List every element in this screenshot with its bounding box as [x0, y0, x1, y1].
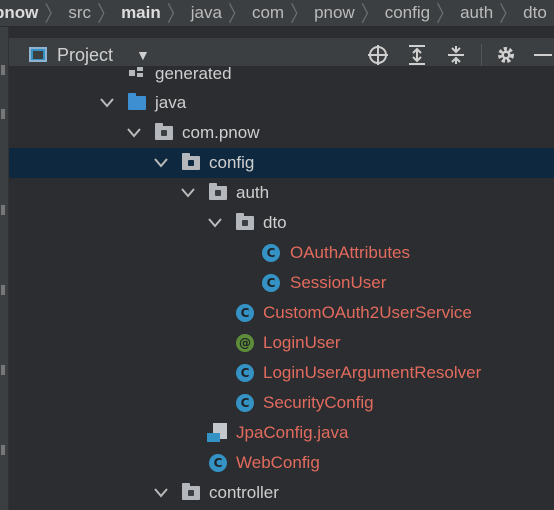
generated-sources-icon [127, 66, 147, 84]
breadcrumb-separator-icon: 〉 [436, 2, 455, 27]
package-icon [181, 483, 201, 503]
class-icon: C [261, 243, 281, 263]
breadcrumb-item-src[interactable]: src [68, 0, 97, 26]
chevron-down-icon[interactable]: ▼ [136, 47, 150, 63]
chevron-down-icon[interactable] [126, 125, 142, 141]
collapse-all-icon[interactable] [444, 43, 468, 67]
tree-row-label: JpaConfig.java [236, 423, 349, 442]
breadcrumb-item-java[interactable]: java [191, 0, 228, 26]
gear-icon[interactable] [494, 43, 518, 67]
breadcrumb-item-dto[interactable]: dto [523, 0, 553, 26]
tree-row-oauthattributes[interactable]: C OAuthAttributes [9, 238, 554, 268]
strip-marker [1, 445, 5, 455]
expand-all-icon[interactable] [405, 43, 429, 67]
tree-row-label: config [209, 153, 255, 172]
breadcrumb-separator-icon: 〉 [97, 2, 116, 27]
tree-row-loginuser[interactable]: @ LoginUser [9, 328, 554, 358]
panel-title[interactable]: Project [57, 45, 113, 66]
strip-marker [1, 365, 5, 375]
package-icon [208, 183, 228, 203]
tree-row-auth[interactable]: auth [9, 178, 554, 208]
tree-row-label: com.pnow [182, 123, 260, 142]
source-folder-icon [127, 93, 147, 113]
breadcrumb-separator-icon: 〉 [166, 2, 185, 27]
strip-marker [1, 205, 5, 215]
tree-row-jpaconfig-java[interactable]: JpaConfig.java [9, 418, 554, 448]
project-window-icon [29, 47, 47, 62]
class-icon: C [235, 363, 255, 383]
tree-row-controller[interactable]: controller [9, 478, 554, 508]
class-icon: C [235, 393, 255, 413]
tree-row-label: WebConfig [236, 453, 320, 472]
breadcrumb-item-pnow-package[interactable]: pnow [314, 0, 361, 26]
tree-row-label: LoginUserArgumentResolver [263, 363, 482, 382]
class-icon: C [261, 273, 281, 293]
package-icon [154, 123, 174, 143]
tree-row-loginuserargumentresolver[interactable]: C LoginUserArgumentResolver [9, 358, 554, 388]
chevron-down-icon[interactable] [207, 215, 223, 231]
chevron-down-icon[interactable] [153, 485, 169, 501]
class-icon: C [235, 303, 255, 323]
tree-row-label: dto [263, 213, 287, 232]
chevron-down-icon[interactable] [180, 185, 196, 201]
tree-row-label: generated [155, 66, 232, 83]
tree-row-label: CustomOAuth2UserService [263, 303, 472, 322]
tree-row-label: OAuthAttributes [290, 243, 411, 262]
annotation-icon: @ [235, 333, 255, 353]
breadcrumb-separator-icon: 〉 [290, 2, 309, 27]
breadcrumb-item-com[interactable]: com [252, 0, 290, 26]
tree-row-label: controller [209, 483, 279, 502]
tree-row-label: java [155, 93, 187, 112]
strip-marker [1, 109, 5, 119]
tree-row-config[interactable]: config [9, 148, 554, 178]
breadcrumb-separator-icon: 〉 [499, 2, 518, 27]
crosshair-icon[interactable] [366, 43, 390, 67]
tree-row-java[interactable]: java [9, 88, 554, 118]
chevron-down-icon[interactable] [153, 155, 169, 171]
minimize-icon[interactable] [531, 43, 554, 67]
breadcrumb-separator-icon: 〉 [227, 2, 246, 27]
navigation-breadcrumb: pnow 〉 src 〉 main 〉 java 〉 com 〉 pnow 〉 … [0, 0, 554, 27]
strip-marker [1, 65, 5, 75]
tree-row-label: auth [236, 183, 270, 202]
tree-row-label: SecurityConfig [263, 393, 374, 412]
package-icon [235, 213, 255, 233]
tree-row-dto[interactable]: dto [9, 208, 554, 238]
java-file-icon [207, 423, 227, 443]
tree-row-com-pnow[interactable]: com.pnow [9, 118, 554, 148]
tree-row-generated[interactable]: generated [9, 66, 554, 89]
breadcrumb-separator-icon: 〉 [44, 2, 63, 27]
tree-row-webconfig[interactable]: C WebConfig [9, 448, 554, 478]
chevron-down-icon[interactable] [99, 95, 115, 111]
breadcrumb-item-auth[interactable]: auth [460, 0, 499, 26]
tree-row-customoauth2userservice[interactable]: C CustomOAuth2UserService [9, 298, 554, 328]
class-icon: C [208, 453, 228, 473]
strip-marker [1, 285, 5, 295]
tree-row-label: LoginUser [263, 333, 341, 352]
left-tool-strip [0, 27, 9, 510]
tree-row-securityconfig[interactable]: C SecurityConfig [9, 388, 554, 418]
breadcrumb-item-pnow[interactable]: pnow [0, 0, 44, 26]
breadcrumb-separator-icon: 〉 [360, 2, 379, 27]
breadcrumb-item-config[interactable]: config [385, 0, 436, 26]
breadcrumb-item-main[interactable]: main [121, 0, 167, 26]
package-icon [181, 153, 201, 173]
project-tree[interactable]: generated java com.pnow config auth dto … [9, 66, 554, 510]
tree-row-label: SessionUser [290, 273, 387, 292]
toolbar-divider [481, 44, 482, 66]
tree-row-sessionuser[interactable]: C SessionUser [9, 268, 554, 298]
